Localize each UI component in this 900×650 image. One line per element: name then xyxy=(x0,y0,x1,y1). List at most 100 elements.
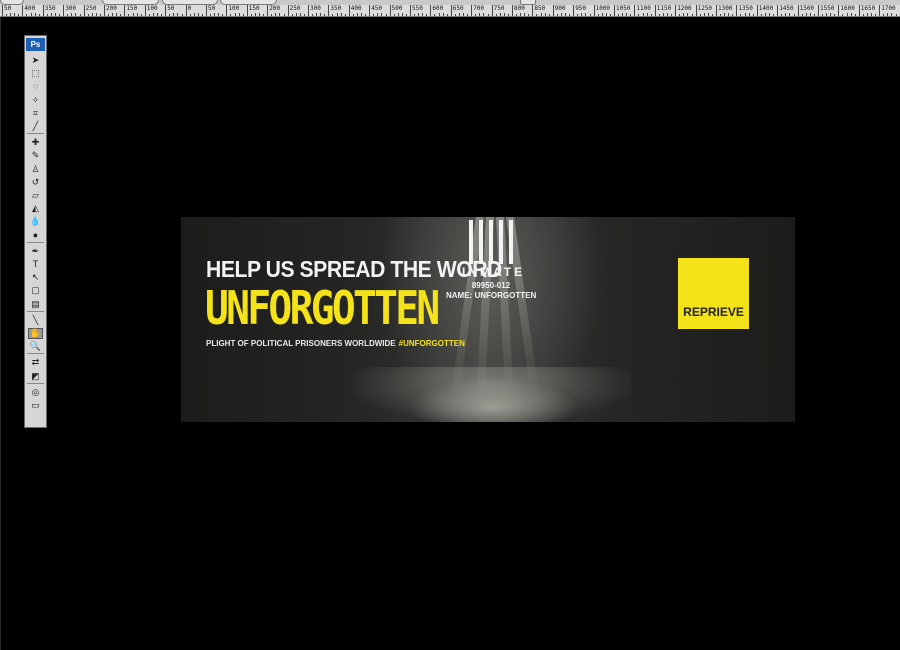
ruler-label: 450 xyxy=(371,5,383,12)
ruler-minor-tick xyxy=(842,14,844,16)
ruler-minor-tick xyxy=(773,14,775,16)
ruler-major-tick xyxy=(42,5,44,16)
eyedropper-tool-icon[interactable]: ╱ xyxy=(28,121,43,132)
ruler-label: 300 xyxy=(310,5,321,12)
ruler-minor-tick xyxy=(720,14,722,16)
ruler-major-tick xyxy=(614,5,615,16)
ruler-label: 1450 xyxy=(779,5,794,12)
ruler-minor-tick xyxy=(479,13,481,16)
ruler-label: 1000 xyxy=(595,5,611,12)
ruler-label: 600 xyxy=(432,5,444,12)
ruler-label: 650 xyxy=(452,5,464,12)
brush-tool-icon[interactable]: ✎ xyxy=(28,150,43,161)
notes-tool-icon[interactable]: ▤ xyxy=(28,299,43,310)
ruler-minor-tick xyxy=(271,14,273,16)
ruler-minor-tick xyxy=(658,14,660,16)
ruler-minor-tick xyxy=(850,13,852,16)
ruler-minor-tick xyxy=(99,14,101,16)
ruler-label: 250 xyxy=(85,5,97,12)
ruler-minor-tick xyxy=(173,13,175,16)
ruler-major-tick xyxy=(450,5,452,16)
paint-bucket-tool-icon[interactable]: ◭ xyxy=(28,203,43,214)
ruler-minor-tick xyxy=(781,14,783,16)
ruler-minor-tick xyxy=(805,13,807,16)
ruler-label: 950 xyxy=(575,5,587,12)
ruler-label: 150 xyxy=(126,5,138,12)
ruler-minor-tick xyxy=(95,13,97,16)
screen-mode-icon[interactable]: ▭ xyxy=(28,400,43,411)
history-brush-tool-icon[interactable]: ↺ xyxy=(28,177,43,188)
ruler-minor-tick xyxy=(826,13,828,16)
ruler-minor-tick xyxy=(140,14,142,16)
swap-colors-icon[interactable]: ⇄ xyxy=(28,357,43,368)
eyedropper-2-tool-icon[interactable]: ╲ xyxy=(28,315,43,326)
ruler-major-tick xyxy=(226,5,228,16)
tagline-text: PLIGHT OF POLITICAL PRISONERS WORLDWIDE xyxy=(206,339,396,348)
ruler-label: 1350 xyxy=(738,5,753,12)
ruler-minor-tick xyxy=(263,14,265,16)
ruler-major-tick xyxy=(573,5,575,16)
blur-tool-icon[interactable]: 💧 xyxy=(28,216,43,227)
path-selection-tool-icon[interactable]: ↖ xyxy=(28,272,43,283)
ruler-minor-tick xyxy=(218,13,220,16)
marquee-tool-icon[interactable]: ⬚ xyxy=(28,68,43,79)
crop-tool-icon[interactable]: ⌗ xyxy=(28,108,43,119)
type-tool-icon[interactable]: T xyxy=(28,259,43,270)
logo-text: REPRIEVE xyxy=(683,305,744,319)
ruler-minor-tick xyxy=(630,14,632,16)
ruler-minor-tick xyxy=(691,14,693,16)
ruler-minor-tick xyxy=(434,14,436,16)
ruler-minor-tick xyxy=(405,14,407,16)
ruler-minor-tick xyxy=(846,13,848,16)
magic-wand-tool-icon[interactable]: ✧ xyxy=(28,95,43,106)
ruler-minor-tick xyxy=(764,13,766,16)
ruler-minor-tick xyxy=(222,14,224,16)
ruler-minor-tick xyxy=(356,13,358,16)
spotlight-floor xyxy=(351,367,631,422)
hand-tool-icon[interactable]: ✋ xyxy=(28,328,43,339)
ruler-minor-tick xyxy=(426,14,428,16)
pen-tool-icon[interactable]: ✒ xyxy=(28,246,43,257)
color-swatches-icon[interactable]: ◩ xyxy=(28,371,43,382)
ruler-major-tick xyxy=(328,5,330,16)
ruler-minor-tick xyxy=(499,13,501,16)
ruler-minor-tick xyxy=(189,14,191,16)
ruler-label: 400 xyxy=(24,5,36,12)
ruler-label: 1200 xyxy=(677,5,692,12)
ruler-minor-tick xyxy=(6,14,8,16)
ruler-minor-tick xyxy=(210,14,212,16)
healing-brush-tool-icon[interactable]: ✚ xyxy=(28,137,43,148)
ruler-minor-tick xyxy=(642,13,644,16)
ruler-minor-tick xyxy=(605,13,607,16)
banner-headline: HELP US SPREAD THE WORD xyxy=(206,256,502,282)
ruler-minor-tick xyxy=(687,13,689,16)
eraser-tool-icon[interactable]: ▱ xyxy=(28,190,43,201)
ruler-label: 1250 xyxy=(697,5,713,12)
ruler-minor-tick xyxy=(577,14,579,16)
ruler-minor-tick xyxy=(671,14,673,16)
ruler-minor-tick xyxy=(822,14,824,16)
ruler-label: 250 xyxy=(289,5,301,12)
ruler-major-tick xyxy=(348,5,350,16)
ruler-minor-tick xyxy=(55,13,57,16)
ruler-major-tick xyxy=(430,5,432,16)
ruler-major-tick xyxy=(144,5,146,16)
lasso-tool-icon[interactable]: ◌ xyxy=(28,81,43,92)
shape-tool-icon[interactable]: ▢ xyxy=(28,285,43,296)
move-tool-icon[interactable]: ➤ xyxy=(28,55,43,66)
ruler-minor-tick xyxy=(454,14,456,16)
horizontal-ruler[interactable]: 50 400 350 300 250 200 150 100 50 0 50 100 150 200 250… xyxy=(0,5,900,17)
ruler-minor-tick xyxy=(446,14,448,16)
ruler-minor-tick xyxy=(866,13,868,16)
ruler-minor-tick xyxy=(393,14,395,16)
ruler-minor-tick xyxy=(34,13,36,16)
clone-stamp-tool-icon[interactable]: ♙ xyxy=(28,164,43,175)
ruler-minor-tick xyxy=(132,13,134,16)
ruler-minor-tick xyxy=(128,14,130,16)
zoom-tool-icon[interactable]: 🔍 xyxy=(28,341,43,352)
dodge-tool-icon[interactable]: ● xyxy=(28,230,43,241)
bar xyxy=(499,220,503,264)
quick-mask-icon[interactable]: ◎ xyxy=(28,387,43,398)
ruler-minor-tick xyxy=(752,14,754,16)
ruler-label: 900 xyxy=(554,5,566,12)
